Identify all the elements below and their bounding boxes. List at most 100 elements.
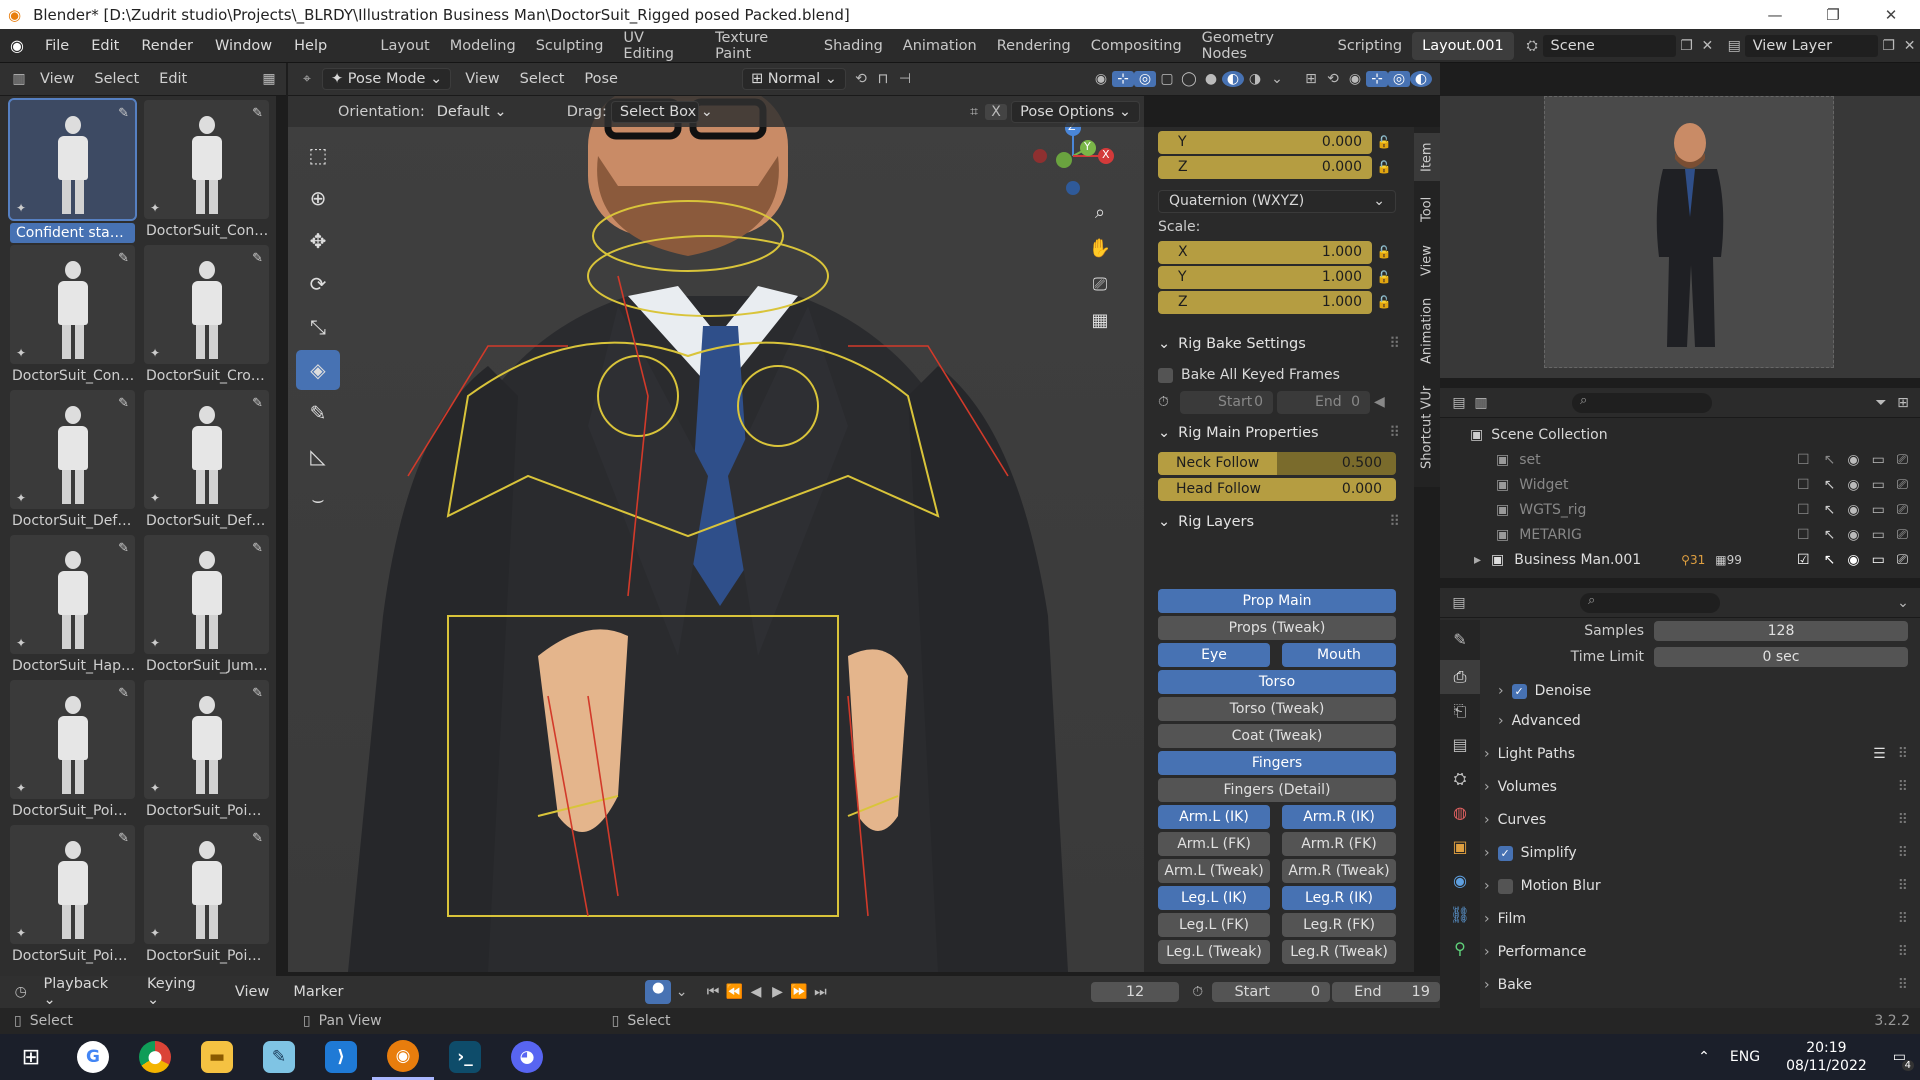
layer-props-tweak-button[interactable]: Props (Tweak) <box>1158 616 1396 640</box>
exclude-checkbox[interactable]: ☐ <box>1797 452 1810 468</box>
mode-dropdown[interactable]: ✦ Pose Mode ⌄ <box>322 68 452 90</box>
list-presets-icon[interactable]: ☰ <box>1873 746 1886 762</box>
eye-icon[interactable]: ◉ <box>1847 452 1859 468</box>
taskbar-notes[interactable]: ✎ <box>248 1034 310 1080</box>
drag-handle-icon[interactable]: ⠿ <box>1898 779 1908 795</box>
snap-target-icon[interactable]: ⊣ <box>894 71 916 87</box>
view-layer-icon[interactable]: ▤ <box>1724 38 1745 54</box>
layer-prop-main-button[interactable]: Prop Main <box>1158 589 1396 613</box>
section-light-paths[interactable]: › Light Paths ☰ ⠿ <box>1484 739 1908 769</box>
viewport-menu-view[interactable]: View <box>455 71 509 87</box>
camera-icon[interactable]: ⎚ <box>1897 477 1908 493</box>
section-bake[interactable]: › Bake ⠿ <box>1484 970 1908 1000</box>
xray-toggle-icon[interactable]: ▢ <box>1156 71 1178 87</box>
monitor-icon[interactable]: ▭ <box>1872 452 1885 468</box>
drag-handle-icon[interactable]: ⠿ <box>1898 977 1908 993</box>
camera-icon[interactable]: ⎚ <box>1897 527 1908 543</box>
taskbar-chrome[interactable]: ● <box>124 1034 186 1080</box>
select-box-tool-icon[interactable]: ⬚ <box>296 135 340 175</box>
pose-options-dropdown[interactable]: Pose Options ⌄ <box>1011 100 1140 123</box>
keying-options-icon[interactable]: ⌄ <box>671 984 692 1000</box>
new-view-layer-icon[interactable]: ❐ <box>1878 38 1899 54</box>
tray-chevron-icon[interactable]: ⌃ <box>1698 1049 1710 1065</box>
menu-file[interactable]: File <box>34 38 80 54</box>
section-volumes[interactable]: › Volumes ⠿ <box>1484 772 1908 802</box>
layer-arm-r-tweak-button[interactable]: Arm.R (Tweak) <box>1282 859 1396 883</box>
rig-bake-header[interactable]: ⌄ Rig Bake Settings ⠿ <box>1158 331 1400 357</box>
scene-icon[interactable]: ⛭ <box>1522 38 1543 54</box>
view-layer-name[interactable]: View Layer <box>1744 34 1879 57</box>
layer-leg-l-ik-button[interactable]: Leg.L (IK) <box>1158 886 1270 910</box>
start-button[interactable]: ⊞ <box>0 1034 62 1080</box>
render-preview-visibility-icon[interactable]: ◉ <box>1344 71 1366 87</box>
layer-arm-r-ik-button[interactable]: Arm.R (IK) <box>1282 805 1396 829</box>
shading-options-icon[interactable]: ⌄ <box>1266 71 1288 87</box>
section-film[interactable]: › Film ⠿ <box>1484 904 1908 934</box>
section-advanced[interactable]: › Advanced <box>1498 706 1908 736</box>
outliner-row-scene-collection[interactable]: ▣ Scene Collection <box>1440 422 1920 447</box>
denoise-checkbox[interactable]: ✓ <box>1511 683 1527 699</box>
tool-settings-icon[interactable]: ⌗ <box>963 104 985 120</box>
monitor-icon[interactable]: ▭ <box>1872 477 1885 493</box>
layer-coat-tweak-button[interactable]: Coat (Tweak) <box>1158 724 1396 748</box>
asset-card[interactable]: ✎✦DoctorSuit_Defaul... <box>144 390 269 529</box>
motion-blur-checkbox[interactable] <box>1497 878 1513 894</box>
samples-field[interactable]: 128 <box>1654 621 1908 641</box>
eye-icon[interactable]: ◉ <box>1847 502 1859 518</box>
eye-icon[interactable]: ◉ <box>1847 552 1859 568</box>
tool-props-icon[interactable]: ✎ <box>1440 620 1480 660</box>
layer-torso-tweak-button[interactable]: Torso (Tweak) <box>1158 697 1396 721</box>
select-arrow-icon[interactable]: ↖ <box>1824 477 1836 493</box>
taskbar-blender[interactable]: ◉ <box>372 1034 434 1080</box>
edit-icon[interactable]: ✎ <box>252 396 263 411</box>
edit-icon[interactable]: ✎ <box>118 396 129 411</box>
taskbar-discord[interactable]: ◕ <box>496 1034 558 1080</box>
rig-layers-header[interactable]: ⌄ Rig Layers ⠿ <box>1158 509 1400 535</box>
tab-view[interactable]: View <box>1414 237 1440 285</box>
filter-icon[interactable]: ⏷ <box>1870 395 1892 411</box>
next-keyframe-icon[interactable]: ⏩ <box>788 984 809 1000</box>
simplify-checkbox[interactable]: ✓ <box>1497 845 1513 861</box>
scale-y-field[interactable]: Y 1.000 <box>1158 265 1372 289</box>
annotate-tool-icon[interactable]: ✎ <box>296 393 340 433</box>
cursor-tool-icon[interactable]: ⊕ <box>296 178 340 218</box>
menu-help[interactable]: Help <box>283 38 338 54</box>
workspace-tab-rendering[interactable]: Rendering <box>987 32 1081 60</box>
transform-orientation-dropdown[interactable]: ⊞ Normal ⌄ <box>741 68 846 90</box>
workspace-tab-scripting[interactable]: Scripting <box>1328 32 1412 60</box>
workspace-tab-geometry-nodes[interactable]: Geometry Nodes <box>1192 24 1328 68</box>
asset-card[interactable]: ✎✦DoctorSuit_Crosse... <box>144 245 269 384</box>
expand-arrow-icon[interactable]: ▸ <box>1474 552 1481 568</box>
taskbar-terminal[interactable]: ›_ <box>434 1034 496 1080</box>
physics-props-icon[interactable]: ◉ <box>1440 864 1480 898</box>
workspace-tab-layout-001[interactable]: Layout.001 <box>1412 31 1514 60</box>
object-props-icon[interactable]: ▣ <box>1440 830 1480 864</box>
lock-icon[interactable]: 🔓 <box>1372 270 1396 284</box>
lock-icon[interactable]: 🔓 <box>1372 135 1396 149</box>
edit-icon[interactable]: ✎ <box>252 541 263 556</box>
section-denoise[interactable]: › ✓ Denoise <box>1498 676 1908 706</box>
close-button[interactable]: ✕ <box>1862 6 1920 24</box>
outliner-row-wgts-rig[interactable]: ▣ WGTS_rig ☐ ↖ ◉ ▭ ⎚ <box>1440 497 1920 522</box>
output-props-icon[interactable]: ⎗ <box>1440 694 1480 728</box>
chevron-down-icon[interactable]: ⌄ <box>1892 595 1914 611</box>
monitor-icon[interactable]: ▭ <box>1872 527 1885 543</box>
asset-card[interactable]: ✎ ✦ DoctorSuit_Happy <box>10 535 135 674</box>
drag-handle-icon[interactable]: ⠿ <box>1898 812 1908 828</box>
head-follow-slider[interactable]: Head Follow 0.000 <box>1158 477 1396 501</box>
minimize-button[interactable]: — <box>1746 6 1804 24</box>
workspace-tab-modeling[interactable]: Modeling <box>440 32 526 60</box>
drag-handle-icon[interactable]: ⠿ <box>1898 944 1908 960</box>
menu-window[interactable]: Window <box>204 38 283 54</box>
rotation-mode-dropdown[interactable]: Quaternion (WXYZ) ⌄ <box>1158 189 1396 213</box>
solid-shading-icon[interactable]: ● <box>1200 71 1222 87</box>
edit-icon[interactable]: ✎ <box>118 541 129 556</box>
ortho-grid-icon[interactable]: ▦ <box>1084 310 1116 346</box>
asset-card[interactable]: ✎ ✦ Confident stance <box>8 98 137 243</box>
asset-card[interactable]: ✎✦DoctorSuit_Defaul... <box>10 390 135 529</box>
exclude-checkbox[interactable]: ☑ <box>1797 552 1810 568</box>
select-arrow-icon[interactable]: ↖ <box>1824 502 1836 518</box>
layer-fingers-button[interactable]: Fingers <box>1158 751 1396 775</box>
clock[interactable]: 20:19 08/11/2022 <box>1786 1039 1867 1075</box>
edit-icon[interactable]: ✎ <box>252 831 263 846</box>
